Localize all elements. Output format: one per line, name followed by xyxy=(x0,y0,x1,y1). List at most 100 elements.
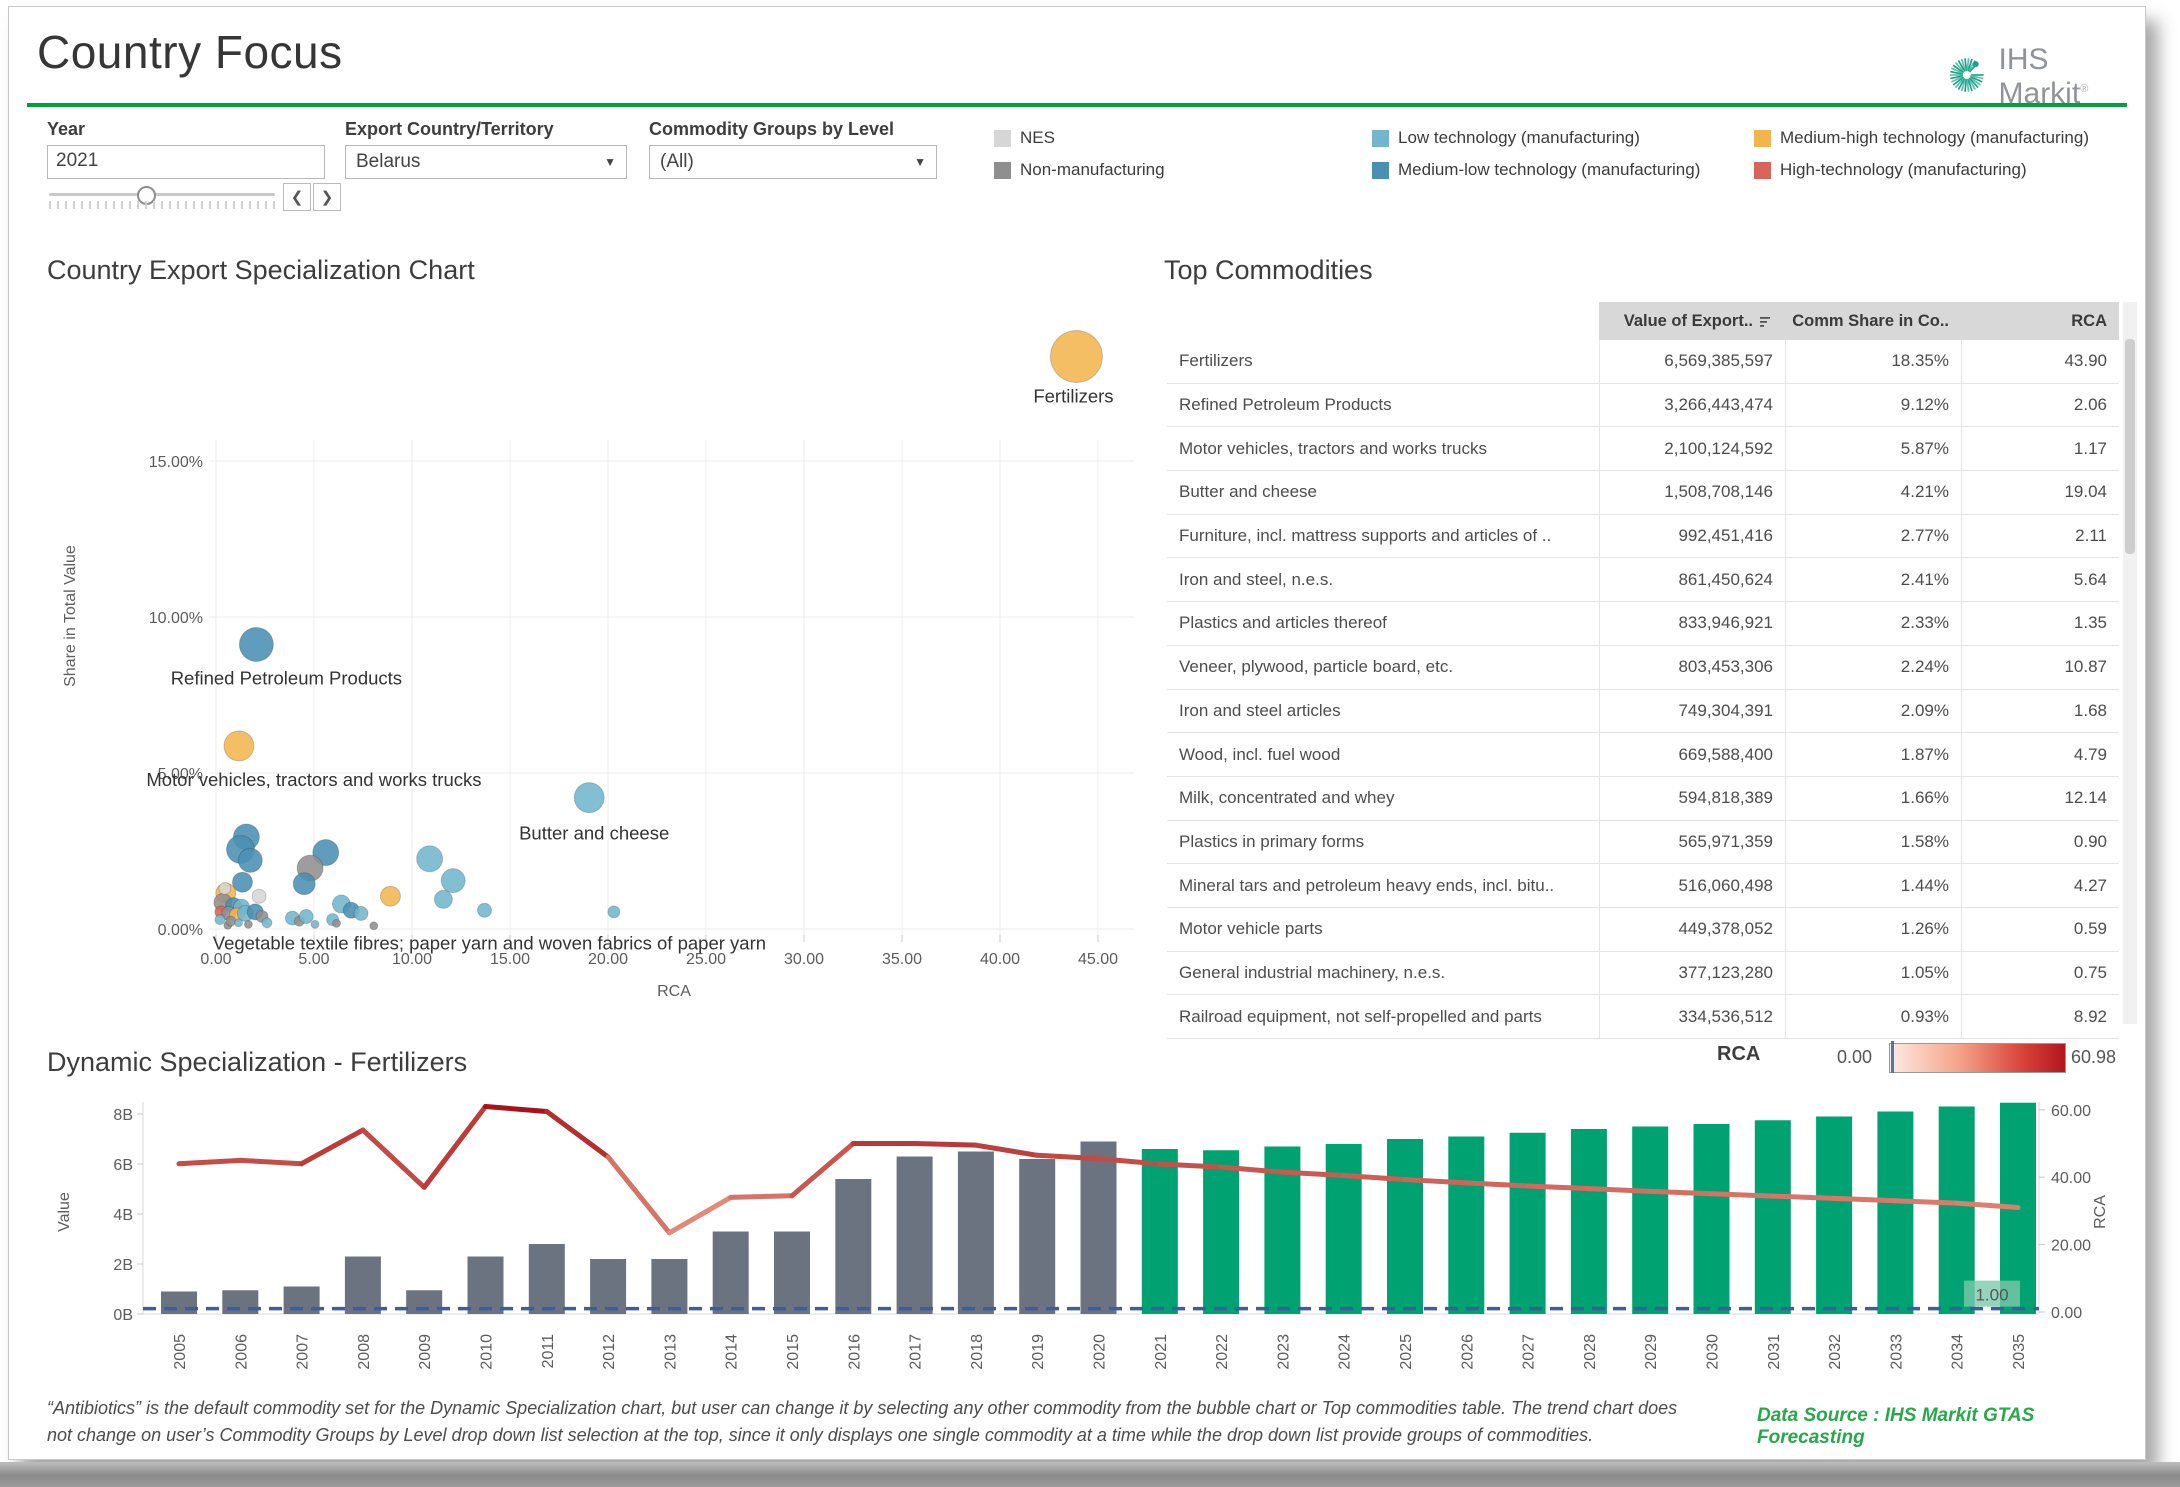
commodity-name-cell: Veneer, plywood, particle board, etc. xyxy=(1179,657,1454,677)
table-row[interactable]: Milk, concentrated and whey 594,818,389 1.… xyxy=(1167,776,2119,821)
rca-gradient-bar[interactable] xyxy=(1889,1043,2066,1073)
value-bar-2012[interactable] xyxy=(590,1259,627,1314)
scatter-point[interactable] xyxy=(218,881,232,895)
value-bar-2013[interactable] xyxy=(651,1259,688,1314)
col-header-value[interactable]: Value of Export.. xyxy=(1599,302,1785,340)
legend-item[interactable]: Medium-high technology (manufacturing) xyxy=(1754,122,2154,154)
value-bar-2011[interactable] xyxy=(528,1244,565,1314)
scatter-point[interactable] xyxy=(234,918,244,928)
value-bar-2006[interactable] xyxy=(222,1290,259,1314)
value-bar-2027[interactable] xyxy=(1509,1132,1546,1314)
value-bar-2032[interactable] xyxy=(1816,1116,1853,1315)
scatter-point[interactable] xyxy=(332,918,342,928)
scatter-point[interactable] xyxy=(607,905,621,919)
scatter-point[interactable] xyxy=(353,905,369,921)
combo-x-tick: 2017 xyxy=(908,1334,925,1370)
value-bar-2018[interactable] xyxy=(957,1151,994,1315)
scatter-point[interactable] xyxy=(573,782,605,814)
year-next-button[interactable]: ❯ xyxy=(313,183,341,211)
scatter-point[interactable] xyxy=(225,915,237,927)
scatter-x-tick: 20.00 xyxy=(588,951,628,968)
value-bar-2033[interactable] xyxy=(1877,1111,1914,1315)
year-slider-track[interactable] xyxy=(49,193,275,196)
commodity-level-dropdown[interactable]: (All) ▼ xyxy=(649,145,937,179)
col-header-share[interactable]: Comm Share in Co.. xyxy=(1785,302,1961,340)
scatter-point[interactable] xyxy=(243,919,253,929)
table-row[interactable]: Iron and steel articles 749,304,391 2.09% 1… xyxy=(1167,689,2119,734)
sort-descending-icon[interactable] xyxy=(1758,314,1773,329)
value-bar-2017[interactable] xyxy=(896,1156,933,1315)
value-bar-2008[interactable] xyxy=(344,1256,381,1315)
value-bar-2028[interactable] xyxy=(1570,1129,1607,1314)
value-bar-2009[interactable] xyxy=(406,1290,443,1314)
scatter-point[interactable] xyxy=(1049,329,1103,383)
scatter-point[interactable] xyxy=(214,914,226,926)
year-input[interactable]: 2021 xyxy=(47,145,325,179)
value-bar-2030[interactable] xyxy=(1693,1124,1730,1314)
table-row[interactable]: Railroad equipment, not self-propelled a… xyxy=(1167,995,2119,1039)
scatter-point[interactable] xyxy=(238,626,274,662)
scatter-point[interactable] xyxy=(298,909,314,925)
table-scrollbar-thumb[interactable] xyxy=(2125,339,2135,554)
table-row[interactable]: Fertilizers 6,569,385,597 18.35% 43.90 xyxy=(1167,340,2119,384)
value-bar-2020[interactable] xyxy=(1080,1141,1117,1315)
table-row[interactable]: Motor vehicles, tractors and works truck… xyxy=(1167,427,2119,472)
scatter-y-tick: 10.00% xyxy=(149,610,203,627)
scatter-point[interactable] xyxy=(440,868,466,894)
table-row[interactable]: Veneer, plywood, particle board, etc. 803… xyxy=(1167,645,2119,690)
combo-x-tick: 2016 xyxy=(846,1334,863,1370)
value-bar-2016[interactable] xyxy=(835,1179,872,1314)
table-body: Fertilizers 6,569,385,597 18.35% 43.90 Refin… xyxy=(1167,340,2119,1039)
table-row[interactable]: Plastics and articles thereof 833,946,921… xyxy=(1167,602,2119,646)
export-country-dropdown[interactable]: Belarus ▼ xyxy=(345,145,627,179)
top-commodities-title: Top Commodities xyxy=(1164,255,1373,285)
table-row[interactable]: Mineral tars and petroleum heavy ends, i… xyxy=(1167,864,2119,908)
table-row[interactable]: Wood, incl. fuel wood 669,588,400 1.87% 4.7… xyxy=(1167,733,2119,777)
export-country-label: Export Country/Territory xyxy=(345,119,554,139)
export-value-cell: 669,588,400 xyxy=(1599,733,1785,776)
legend-item[interactable]: NES xyxy=(994,122,1372,154)
year-prev-button[interactable]: ❮ xyxy=(283,183,311,211)
scatter-point[interactable] xyxy=(477,902,493,918)
share-cell: 9.12% xyxy=(1785,383,1961,427)
scatter-point[interactable] xyxy=(433,889,453,909)
scatter-point[interactable] xyxy=(261,917,273,929)
legend-item[interactable]: High-technology (manufacturing) xyxy=(1754,154,2154,186)
value-bar-2022[interactable] xyxy=(1203,1150,1240,1314)
header-divider xyxy=(27,103,2127,107)
legend-item[interactable]: Non-manufacturing xyxy=(994,154,1372,186)
value-bar-2031[interactable] xyxy=(1754,1120,1791,1314)
table-row[interactable]: Butter and cheese 1,508,708,146 4.21% 19.04 xyxy=(1167,471,2119,515)
scatter-point[interactable] xyxy=(310,919,320,929)
table-row[interactable]: Motor vehicle parts 449,378,052 1.26% 0.59 xyxy=(1167,907,2119,952)
value-bar-2026[interactable] xyxy=(1448,1136,1485,1315)
scatter-point[interactable] xyxy=(223,730,255,762)
value-bar-2005[interactable] xyxy=(161,1291,197,1315)
scatter-point[interactable] xyxy=(379,885,401,907)
export-value-cell: 516,060,498 xyxy=(1599,864,1785,907)
table-row[interactable]: Refined Petroleum Products 3,266,443,474 9… xyxy=(1167,383,2119,428)
scatter-point[interactable] xyxy=(292,872,316,896)
col-header-rca[interactable]: RCA xyxy=(1961,302,2119,340)
value-bar-2019[interactable] xyxy=(1019,1159,1056,1314)
table-row[interactable]: Plastics in primary forms 565,971,359 1.58… xyxy=(1167,820,2119,865)
value-bar-2015[interactable] xyxy=(774,1231,810,1315)
legend-item[interactable]: Medium-low technology (manufacturing) xyxy=(1372,154,1754,186)
table-row[interactable]: Furniture, incl. mattress supports and a… xyxy=(1167,514,2119,559)
value-bar-2014[interactable] xyxy=(712,1231,749,1315)
table-row[interactable]: General industrial machinery, n.e.s. 377,… xyxy=(1167,951,2119,996)
value-bar-2029[interactable] xyxy=(1632,1126,1669,1315)
combo-x-tick: 2024 xyxy=(1337,1334,1354,1370)
legend-item[interactable]: Low technology (manufacturing) xyxy=(1372,122,1754,154)
value-bar-2025[interactable] xyxy=(1387,1139,1423,1314)
value-bar-2024[interactable] xyxy=(1325,1144,1362,1314)
commodity-level-value: (All) xyxy=(660,151,694,172)
scatter-point[interactable] xyxy=(369,921,379,931)
scatter-point[interactable] xyxy=(416,845,444,873)
combo-x-tick: 2031 xyxy=(1766,1334,1783,1370)
value-bar-2010[interactable] xyxy=(467,1256,504,1315)
table-row[interactable]: Iron and steel, n.e.s. 861,450,624 2.41% 5.… xyxy=(1167,558,2119,603)
scatter-point[interactable] xyxy=(237,847,263,873)
scatter-point[interactable] xyxy=(251,888,267,904)
value-bar-2021[interactable] xyxy=(1141,1149,1178,1314)
